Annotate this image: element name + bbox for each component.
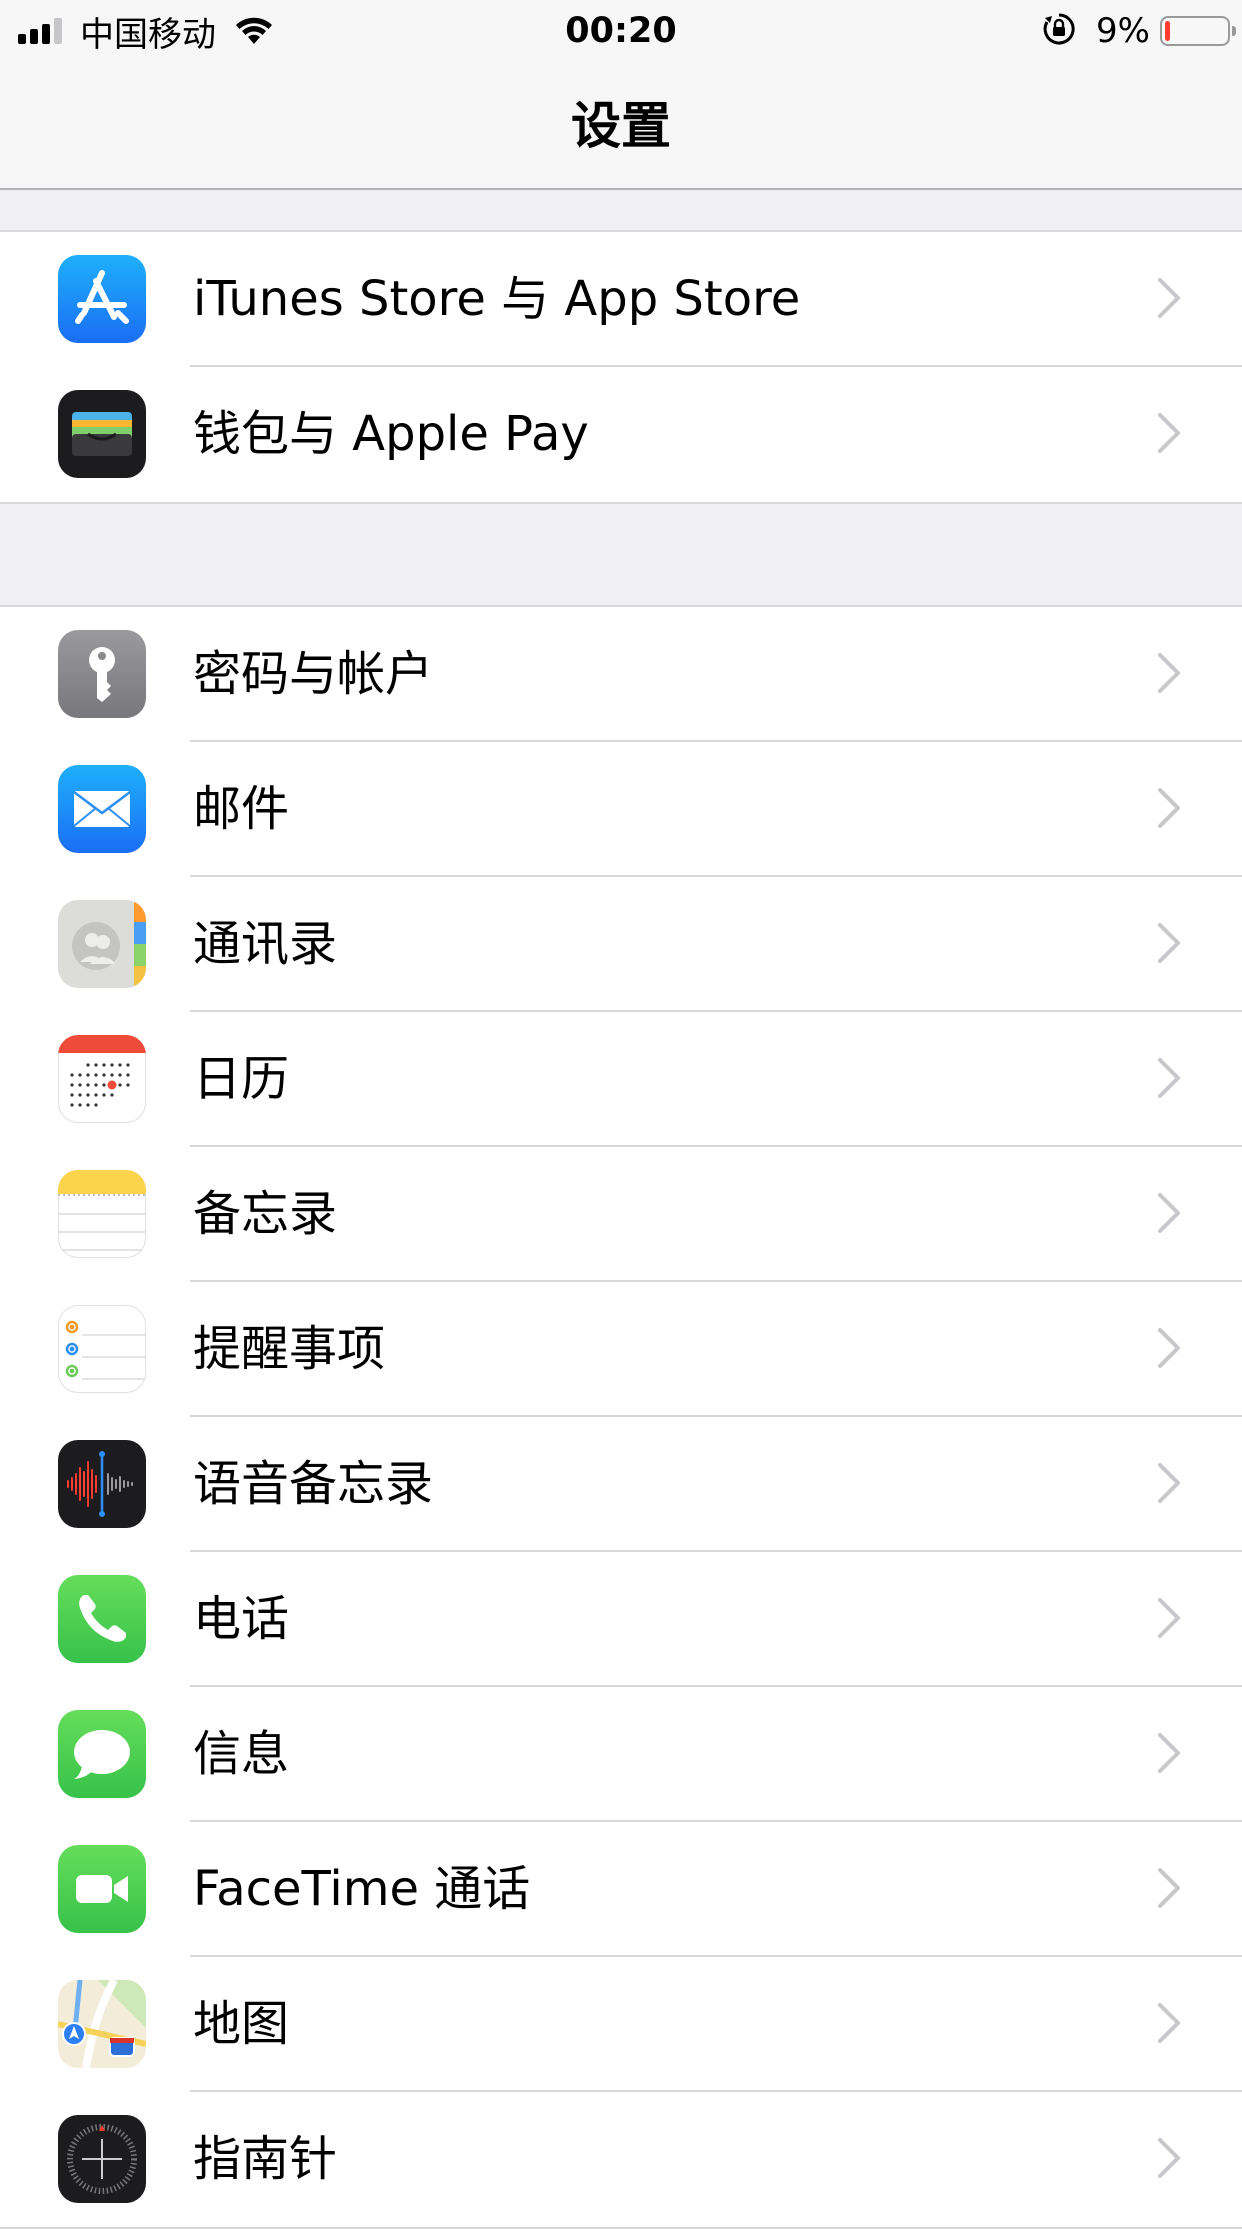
- settings-row-label: 地图: [193, 1996, 290, 2052]
- chevron-right-icon: [1156, 1461, 1182, 1509]
- facetime-icon: [58, 1845, 146, 1933]
- settings-row-label: 备忘录: [193, 1186, 338, 1242]
- settings-row-label: 信息: [193, 1726, 290, 1782]
- maps-icon: [58, 1980, 146, 2068]
- notes-icon: [58, 1170, 146, 1258]
- battery-level-fill: [1165, 21, 1170, 41]
- chevron-right-icon: [1156, 1731, 1182, 1779]
- chevron-right-icon: [1156, 2001, 1182, 2049]
- settings-row-label: FaceTime 通话: [193, 1861, 531, 1917]
- settings-row-itunes-app-store[interactable]: iTunes Store 与 App Store: [0, 232, 1242, 367]
- reminders-icon: [58, 1305, 146, 1393]
- settings-row-calendar[interactable]: 日历: [0, 1012, 1242, 1147]
- settings-row-label: 钱包与 Apple Pay: [193, 406, 589, 462]
- chevron-right-icon: [1156, 2136, 1182, 2184]
- settings-row-label: 密码与帐户: [193, 646, 434, 702]
- settings-row-compass[interactable]: 指南针: [0, 2092, 1242, 2227]
- chevron-right-icon: [1156, 921, 1182, 969]
- chevron-right-icon: [1156, 1596, 1182, 1644]
- settings-row-voice-memos[interactable]: 语音备忘录: [0, 1417, 1242, 1552]
- settings-group-apps: 密码与帐户 邮件 通讯录 日历 备忘录 提醒事项 语音备忘录 电话 信息 Fac…: [0, 605, 1242, 2229]
- settings-row-label: 指南针: [193, 2131, 338, 2187]
- settings-row-phone[interactable]: 电话: [0, 1552, 1242, 1687]
- settings-row-label: 电话: [193, 1591, 290, 1647]
- settings-row-reminders[interactable]: 提醒事项: [0, 1282, 1242, 1417]
- phone-icon: [58, 1575, 146, 1663]
- settings-row-contacts[interactable]: 通讯录: [0, 877, 1242, 1012]
- chevron-right-icon: [1156, 651, 1182, 699]
- status-bar: 中国移动 00:20 9%: [0, 0, 1242, 62]
- battery-icon: [1160, 16, 1236, 46]
- settings-row-label: 提醒事项: [193, 1321, 386, 1377]
- voice-memos-icon: [58, 1440, 146, 1528]
- settings-row-label: 语音备忘录: [193, 1456, 434, 1512]
- settings-row-facetime[interactable]: FaceTime 通话: [0, 1822, 1242, 1957]
- chevron-right-icon: [1156, 1191, 1182, 1239]
- settings-row-label: 日历: [193, 1051, 290, 1107]
- chevron-right-icon: [1156, 1056, 1182, 1104]
- contacts-icon: [58, 900, 146, 988]
- key-icon: [58, 630, 146, 718]
- settings-row-label: 通讯录: [193, 916, 338, 972]
- calendar-icon: [58, 1035, 146, 1123]
- settings-row-maps[interactable]: 地图: [0, 1957, 1242, 2092]
- wallet-icon: [58, 390, 146, 478]
- battery-percentage: 9%: [1096, 11, 1150, 51]
- chevron-right-icon: [1156, 1326, 1182, 1374]
- chevron-right-icon: [1156, 411, 1182, 459]
- chevron-right-icon: [1156, 1866, 1182, 1914]
- page-title: 设置: [571, 97, 671, 155]
- settings-row-label: iTunes Store 与 App Store: [193, 271, 801, 327]
- compass-icon: [58, 2115, 146, 2203]
- settings-row-mail[interactable]: 邮件: [0, 742, 1242, 877]
- chevron-right-icon: [1156, 786, 1182, 834]
- chevron-right-icon: [1156, 276, 1182, 324]
- messages-icon: [58, 1710, 146, 1798]
- navigation-bar: 设置: [0, 62, 1242, 190]
- settings-group-store: iTunes Store 与 App Store 钱包与 Apple Pay: [0, 230, 1242, 504]
- orientation-lock-icon: [1042, 12, 1076, 50]
- settings-row-passwords-accounts[interactable]: 密码与帐户: [0, 607, 1242, 742]
- app-store-icon: [58, 255, 146, 343]
- settings-row-wallet-apple-pay[interactable]: 钱包与 Apple Pay: [0, 367, 1242, 502]
- settings-row-messages[interactable]: 信息: [0, 1687, 1242, 1822]
- settings-row-notes[interactable]: 备忘录: [0, 1147, 1242, 1282]
- mail-icon: [58, 765, 146, 853]
- settings-row-label: 邮件: [193, 781, 290, 837]
